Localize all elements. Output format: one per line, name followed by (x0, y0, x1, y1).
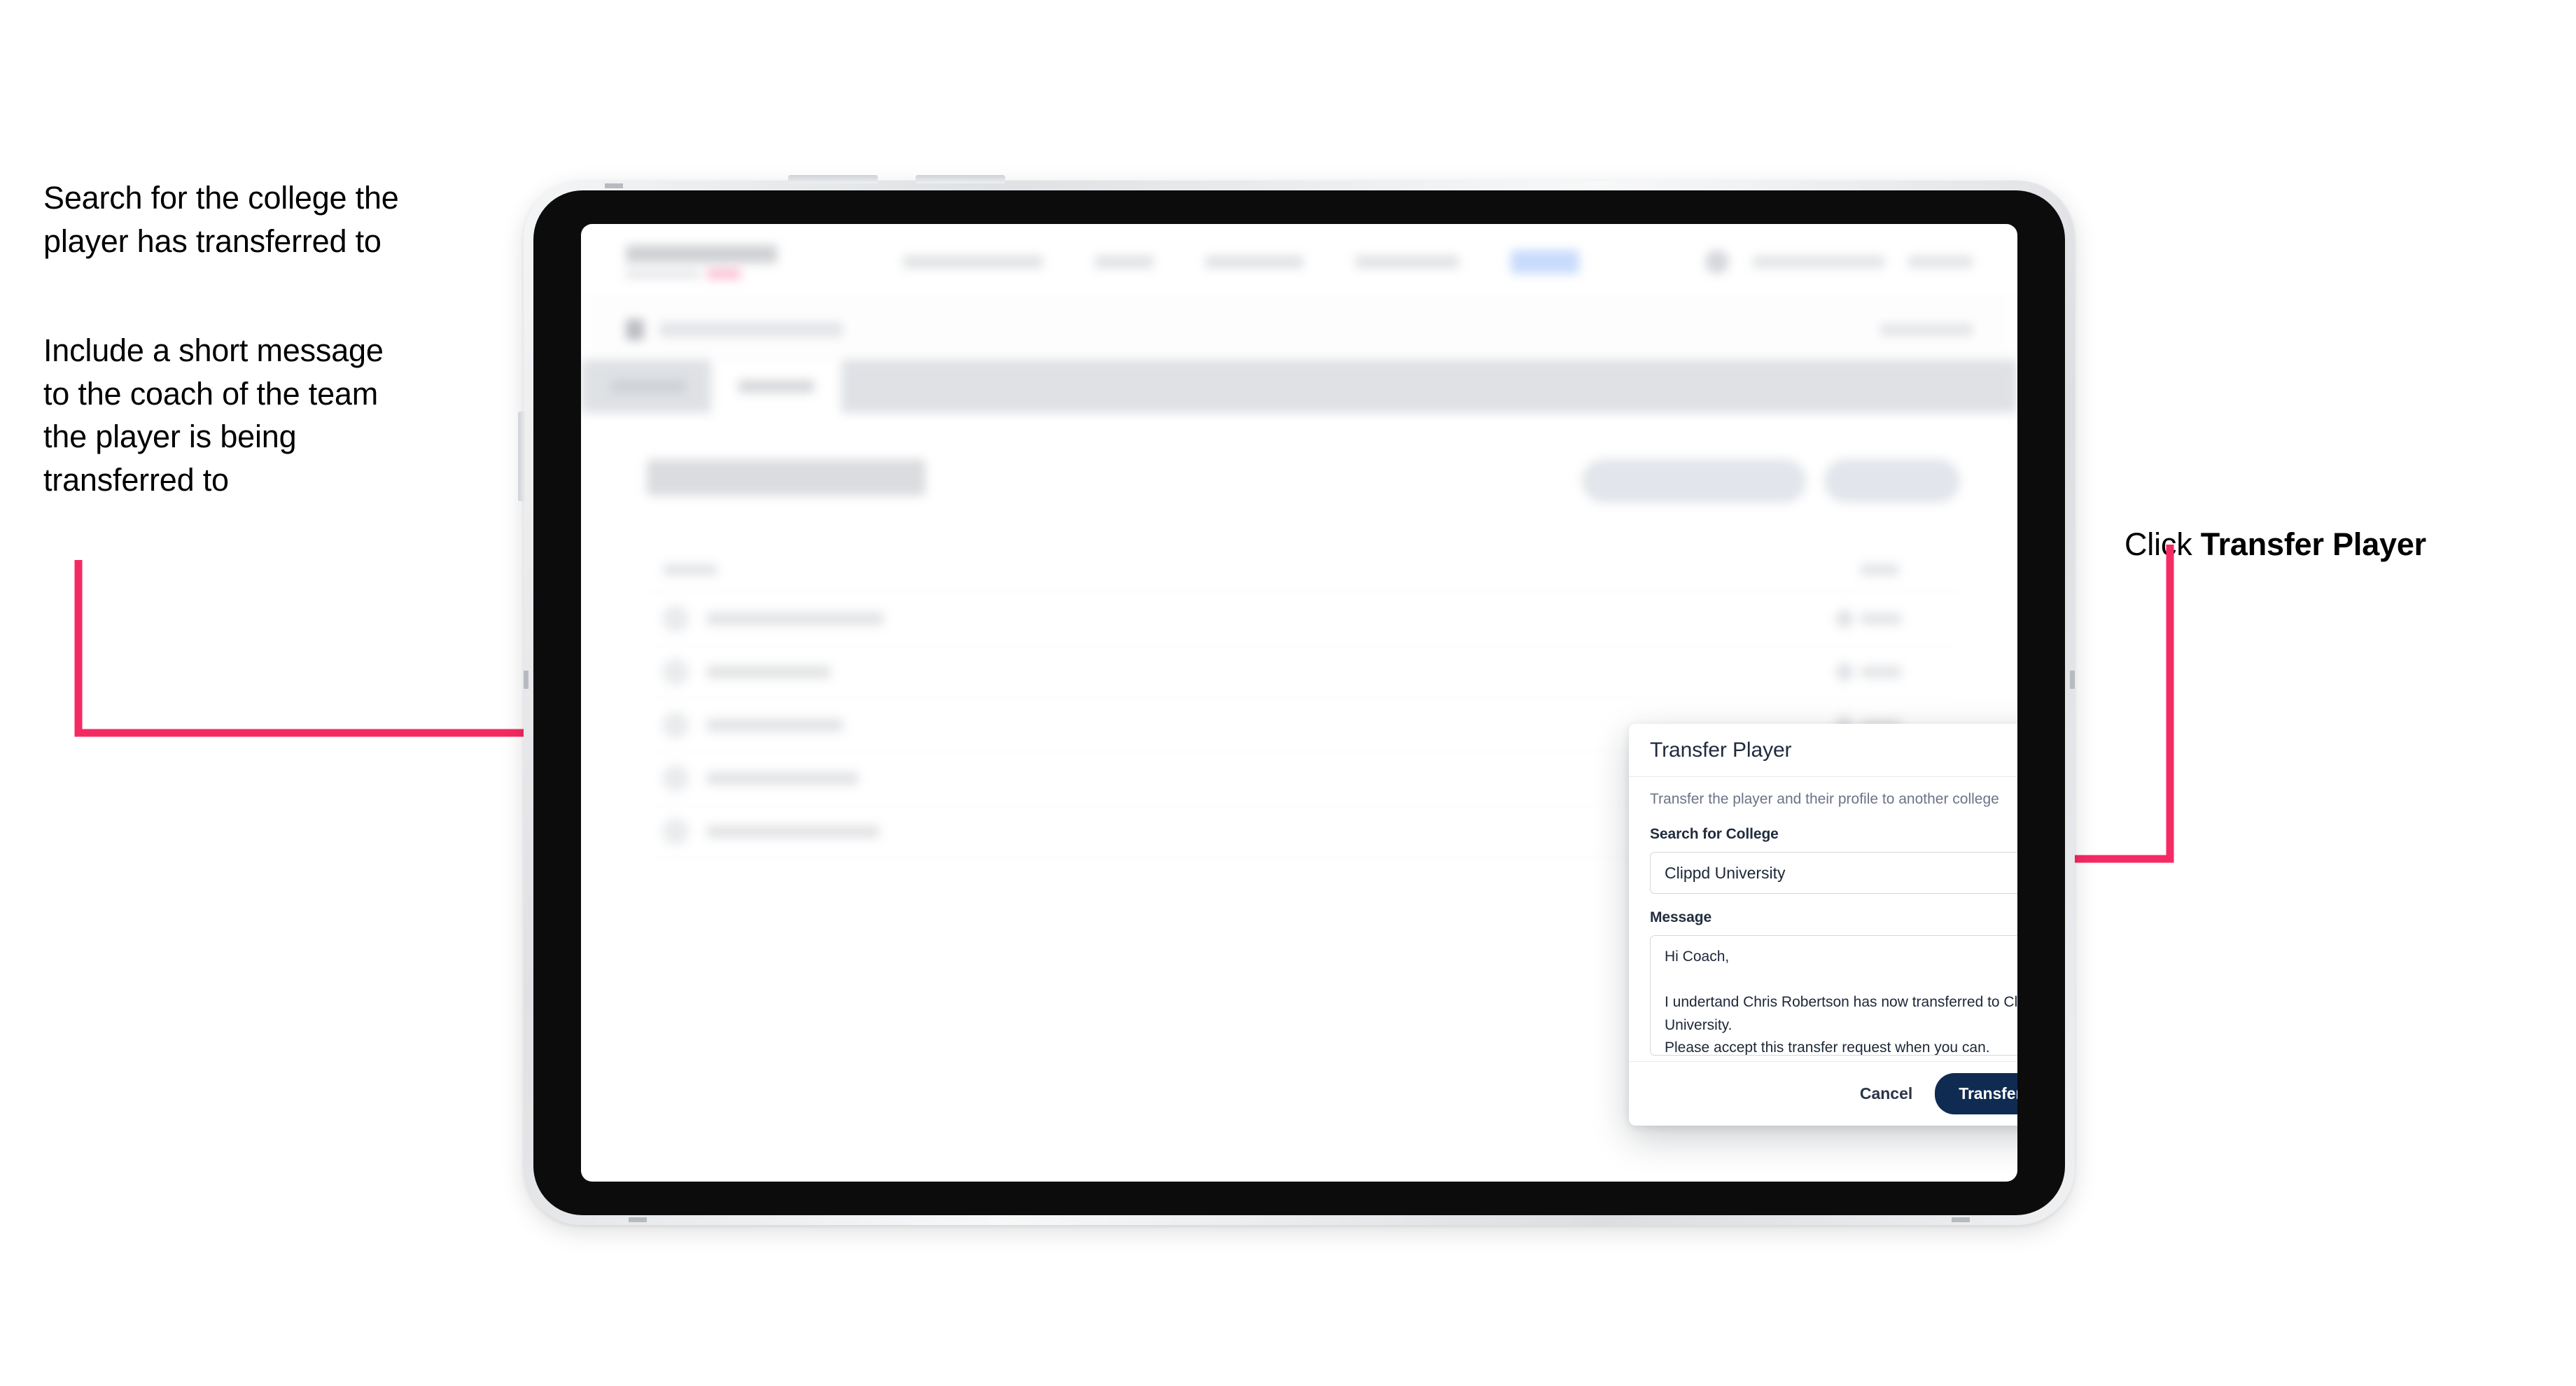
transfer-player-button[interactable]: Transfer Player (1935, 1073, 2017, 1114)
tab-details[interactable] (610, 380, 686, 393)
annotation-text-include-message: Include a short message to the coach of … (43, 332, 384, 498)
nav-item-2[interactable] (1205, 255, 1303, 268)
tablet-screen: Transfer Player Transfer the player and … (581, 224, 2017, 1182)
player-name (707, 771, 858, 785)
screenshot-canvas: Search for the college the player has tr… (0, 0, 2576, 1386)
cancel-button[interactable]: Cancel (1856, 1079, 1917, 1109)
table-row[interactable] (647, 645, 1960, 699)
nav-item-active-pill[interactable] (1511, 249, 1579, 274)
tablet-device-frame: Transfer Player Transfer the player and … (518, 175, 2075, 1225)
power-button[interactable] (518, 412, 526, 501)
app-logo (626, 244, 777, 279)
annotation-right-prefix: Click (2124, 526, 2201, 562)
search-college-input[interactable] (1650, 852, 2017, 894)
annotation-text-click-transfer-player: Click Transfer Player (2124, 479, 2558, 566)
player-avatar (662, 764, 689, 792)
edit-action (1833, 660, 1901, 683)
antenna-line-right (2070, 671, 2075, 689)
annotation-text-search-college: Search for the college the player has tr… (43, 180, 399, 259)
player-avatar (662, 818, 689, 845)
nav-item-1[interactable] (1095, 255, 1154, 268)
annotation-right-bold: Transfer Player (2200, 526, 2426, 562)
tab-roster[interactable] (711, 360, 841, 413)
college-field-group: Search for College (1650, 826, 2017, 894)
pencil-icon (1833, 607, 1856, 630)
edit-action (1833, 607, 1901, 630)
antenna-line-left (524, 671, 528, 689)
avatar[interactable] (1705, 249, 1729, 274)
app-nav-items (903, 249, 1579, 274)
transfer-player-modal: Transfer Player Transfer the player and … (1629, 724, 2017, 1126)
message-field-group: Message (1650, 909, 2017, 1059)
message-textarea[interactable] (1650, 935, 2017, 1056)
player-avatar (662, 658, 689, 685)
subheader-cancel-link[interactable] (1880, 323, 1973, 336)
modal-header: Transfer Player (1629, 724, 2017, 777)
modal-body: Transfer the player and their profile to… (1629, 777, 2017, 1061)
volume-up-button[interactable] (788, 175, 878, 183)
message-field-label: Message (1650, 909, 1712, 925)
page-title-update-roster (647, 459, 925, 496)
account-email (1753, 255, 1884, 267)
college-field-label: Search for College (1650, 826, 1779, 842)
app-nav-right (1705, 249, 1973, 274)
scoreboard-icon (626, 318, 644, 340)
nav-item-0[interactable] (903, 255, 1043, 268)
antenna-line-top-left (605, 183, 623, 188)
app-subheader (581, 300, 2017, 360)
volume-down-button[interactable] (916, 175, 1005, 183)
player-name (707, 718, 843, 732)
subheader-title (659, 321, 843, 337)
antenna-line-bottom-right (1952, 1217, 1970, 1222)
player-name (707, 665, 830, 678)
request-player-transfer-button[interactable] (1582, 459, 1806, 503)
modal-footer: Cancel Transfer Player (1629, 1061, 2017, 1126)
modal-title: Transfer Player (1650, 738, 1792, 762)
nav-item-3[interactable] (1355, 255, 1459, 268)
page-top-actions (1582, 459, 1960, 503)
sign-out-link[interactable] (1908, 255, 1973, 267)
player-name (707, 612, 883, 625)
roster-table-header (647, 547, 1960, 592)
app-tabbar (581, 360, 2017, 413)
antenna-line-bottom-left (629, 1217, 647, 1222)
pencil-icon (1833, 660, 1856, 683)
table-row[interactable] (647, 592, 1960, 645)
player-name (707, 825, 879, 838)
add-player-button[interactable] (1824, 459, 1960, 503)
player-avatar (662, 711, 689, 738)
modal-description: Transfer the player and their profile to… (1650, 791, 1999, 807)
player-avatar (662, 605, 689, 632)
app-top-navbar (581, 224, 2017, 300)
